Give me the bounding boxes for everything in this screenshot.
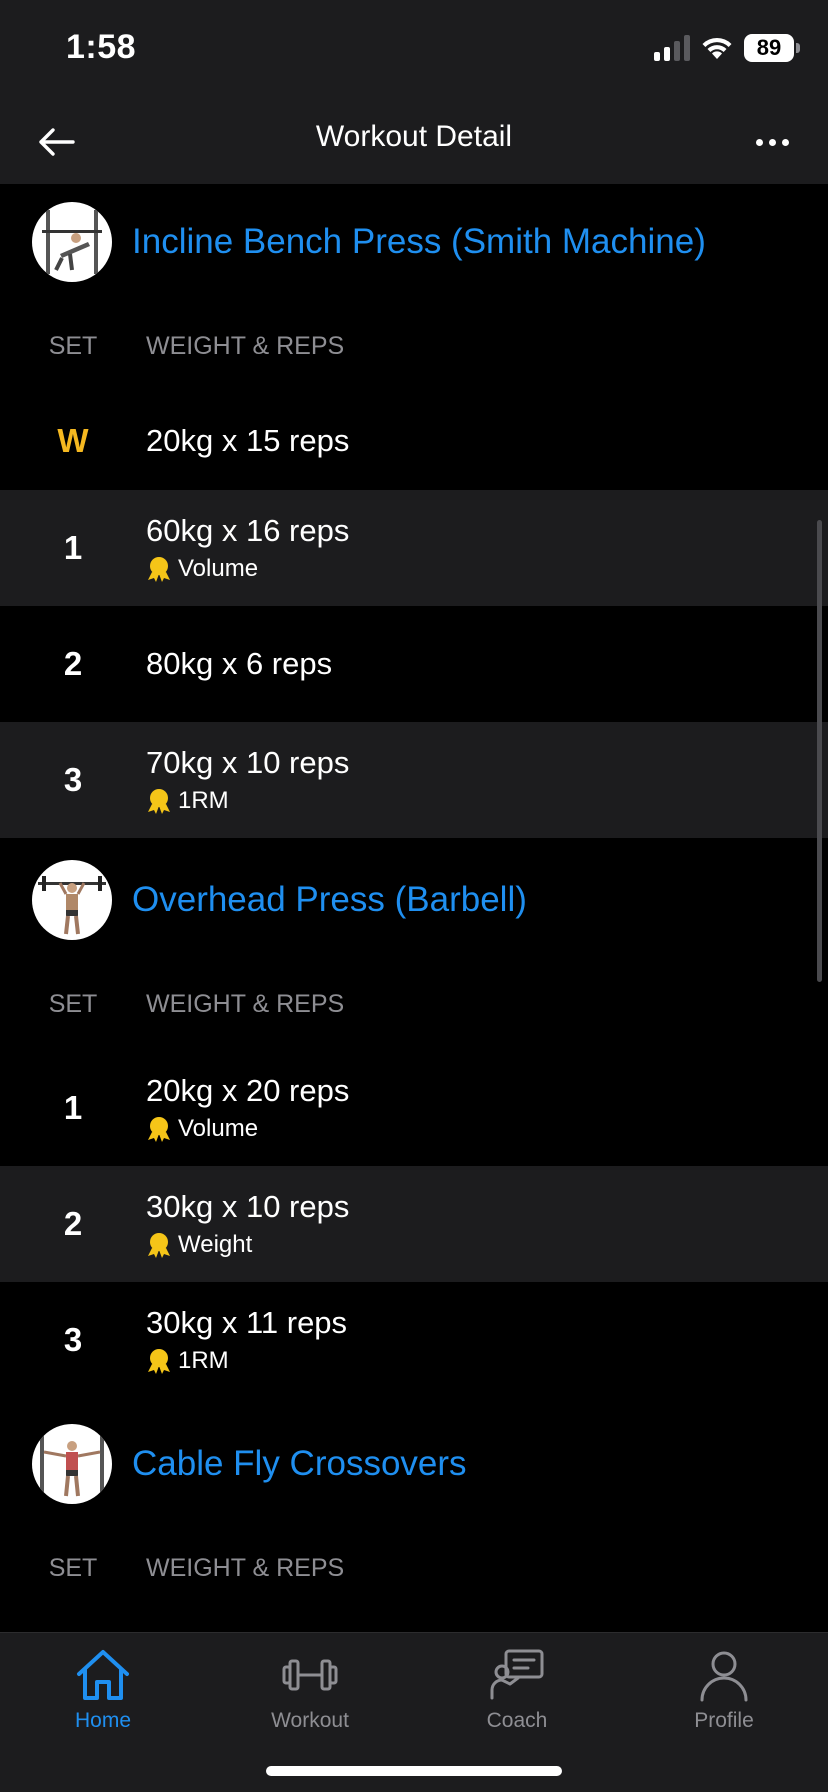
personal-record-badge: Volume: [146, 1115, 349, 1143]
exercise-name[interactable]: Cable Fly Crossovers: [132, 1444, 467, 1484]
set-row: 3 70kg x 10 reps 1RM: [0, 722, 828, 838]
set-row: 1 60kg x 16 reps Volume: [0, 490, 828, 606]
set-row: 2 30kg x 10 reps Weight: [0, 1166, 828, 1282]
set-row: 1 20kg x 20 reps Volume: [0, 1050, 828, 1166]
medal-icon: [148, 1233, 170, 1258]
personal-record-badge: 1RM: [146, 787, 349, 815]
set-number: 3: [63, 761, 83, 798]
set-column-label: SET: [48, 989, 98, 1018]
exercise-thumbnail: [32, 202, 112, 282]
set-row: 3 30kg x 11 reps 1RM: [0, 1282, 828, 1398]
column-header: SET WEIGHT & REPS: [0, 300, 828, 392]
workout-detail-list[interactable]: Incline Bench Press (Smith Machine) SET …: [0, 184, 828, 1632]
personal-record-badge: Volume: [146, 555, 349, 583]
tab-profile[interactable]: Profile: [654, 1647, 794, 1733]
set-column-label: SET: [48, 1553, 98, 1582]
tab-coach[interactable]: Coach: [447, 1647, 587, 1733]
medal-icon: [148, 1349, 170, 1374]
weight-reps-column-label: WEIGHT & REPS: [146, 989, 345, 1018]
set-weight-reps: 70kg x 10 reps: [146, 745, 350, 780]
set-weight-reps: 30kg x 10 reps: [146, 1189, 350, 1224]
home-icon: [77, 1650, 129, 1700]
dumbbell-icon: [282, 1659, 338, 1691]
set-number: W: [57, 422, 89, 459]
status-bar: 1:58 89: [0, 0, 828, 100]
profile-icon: [700, 1651, 748, 1702]
nav-bar: Workout Detail: [0, 100, 828, 184]
column-header: SET WEIGHT & REPS: [0, 1522, 828, 1614]
column-header: SET WEIGHT & REPS: [0, 958, 828, 1050]
exercise-name[interactable]: Overhead Press (Barbell): [132, 880, 527, 920]
set-number: 2: [63, 1205, 83, 1242]
more-options-button[interactable]: [746, 116, 798, 168]
set-weight-reps: 20kg x 15 reps: [146, 423, 350, 458]
personal-record-badge: 1RM: [146, 1347, 347, 1375]
tab-label: Coach: [486, 1709, 548, 1732]
page-title: Workout Detail: [315, 120, 513, 153]
tab-workout[interactable]: Workout: [240, 1647, 380, 1733]
exercise-thumbnail: [32, 1424, 112, 1504]
weight-reps-column-label: WEIGHT & REPS: [146, 1553, 345, 1582]
pr-label: Weight: [178, 1231, 253, 1258]
medal-icon: [148, 1117, 170, 1142]
set-number: 3: [63, 1321, 83, 1358]
ellipsis-icon: [755, 138, 763, 146]
exercise-thumbnail: [32, 860, 112, 940]
pr-label: Volume: [178, 555, 259, 582]
set-weight-reps: 30kg x 11 reps: [146, 1305, 348, 1340]
medal-icon: [148, 789, 170, 814]
set-weight-reps: 20kg x 20 reps: [146, 1073, 350, 1108]
cellular-signal-icon: [654, 35, 690, 61]
set-number: 1: [63, 1089, 83, 1126]
wifi-icon: [702, 37, 732, 59]
set-row: 2 80kg x 6 reps: [0, 606, 828, 722]
set-row: W 20kg x 15 reps: [0, 392, 828, 490]
coach-icon: [490, 1649, 544, 1700]
set-number: 2: [63, 645, 83, 682]
weight-reps-column-label: WEIGHT & REPS: [146, 331, 345, 360]
exercise-header[interactable]: Cable Fly Crossovers: [0, 1406, 828, 1522]
battery-indicator: 89: [744, 34, 800, 62]
home-indicator[interactable]: [266, 1766, 562, 1776]
exercise-header[interactable]: Overhead Press (Barbell): [0, 842, 828, 958]
exercise-header[interactable]: Incline Bench Press (Smith Machine): [0, 184, 828, 300]
tab-label: Home: [74, 1709, 132, 1732]
pr-label: Volume: [178, 1115, 259, 1142]
set-weight-reps: 80kg x 6 reps: [146, 646, 333, 681]
exercise-name[interactable]: Incline Bench Press (Smith Machine): [132, 222, 706, 262]
medal-icon: [148, 557, 170, 582]
status-time: 1:58: [66, 28, 137, 66]
tab-home[interactable]: Home: [33, 1647, 173, 1733]
set-column-label: SET: [48, 331, 98, 360]
scrollbar[interactable]: [817, 520, 822, 982]
pr-label: 1RM: [178, 1347, 229, 1374]
tab-label: Workout: [271, 1709, 349, 1732]
tab-label: Profile: [694, 1709, 754, 1732]
set-number: 1: [63, 529, 83, 566]
status-icons: 89: [654, 34, 800, 62]
set-weight-reps: 60kg x 16 reps: [146, 513, 350, 548]
pr-label: 1RM: [178, 787, 229, 814]
personal-record-badge: Weight: [146, 1231, 349, 1259]
